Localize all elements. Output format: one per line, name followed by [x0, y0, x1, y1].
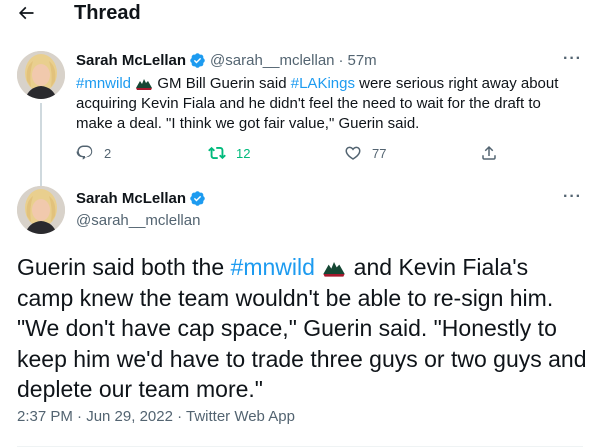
tweet-text: #mnwild GM Bill Guerin said #LAKings wer… — [76, 74, 576, 134]
tweet-actions: 2 12 77 — [76, 144, 526, 168]
retweet-icon — [208, 146, 226, 160]
page-title: Thread — [74, 2, 141, 24]
more-options-button[interactable]: ··· — [563, 188, 582, 206]
verified-badge-icon — [190, 191, 205, 206]
avatar[interactable] — [17, 186, 65, 234]
hashtag-link[interactable]: #mnwild — [231, 254, 315, 280]
wild-logo-icon — [323, 262, 345, 277]
more-options-button[interactable]: ··· — [563, 50, 582, 68]
avatar[interactable] — [17, 51, 65, 99]
tweet-timestamp[interactable]: 2:37 PM · Jun 29, 2022 · Twitter Web App — [17, 408, 295, 425]
tweet-focused: Sarah McLellan @sarah__mclellan ··· Guer… — [0, 182, 600, 448]
arrow-left-icon — [18, 6, 34, 20]
verified-badge-icon — [190, 53, 205, 68]
tweet-parent[interactable]: Sarah McLellan @sarah__mclellan · 57m ··… — [0, 40, 600, 213]
tweet-text-part: GM Bill Guerin said — [153, 75, 291, 92]
share-icon — [482, 145, 496, 160]
heart-icon — [345, 146, 361, 160]
like-count: 77 — [372, 145, 387, 161]
reply-icon — [76, 145, 93, 160]
reply-button[interactable]: 2 — [76, 144, 111, 162]
author-handle[interactable]: @sarah__mclellan — [210, 52, 334, 69]
retweet-count: 12 — [236, 145, 251, 161]
tweet-text-part: Guerin said both the — [17, 254, 231, 280]
wild-logo-icon — [136, 79, 153, 90]
thread-header: Thread — [0, 0, 600, 28]
reply-count: 2 — [104, 145, 112, 161]
hashtag-link[interactable]: #LAKings — [291, 75, 355, 92]
tweet-meta: Sarah McLellan — [76, 190, 206, 207]
meta-separator: · — [338, 52, 344, 69]
share-button[interactable] — [480, 144, 498, 162]
back-button[interactable] — [14, 2, 38, 24]
like-button[interactable]: 77 — [344, 144, 386, 162]
retweet-button[interactable]: 12 — [208, 144, 250, 162]
tweet-text: Guerin said both the #mnwild and Kevin F… — [17, 252, 587, 405]
author-name[interactable]: Sarah McLellan — [76, 190, 186, 207]
tweet-time[interactable]: 57m — [348, 52, 377, 69]
tweet-meta: Sarah McLellan @sarah__mclellan · 57m — [76, 52, 377, 69]
hashtag-link[interactable]: #mnwild — [76, 75, 131, 92]
author-handle[interactable]: @sarah__mclellan — [76, 212, 200, 229]
divider — [17, 446, 583, 447]
author-name[interactable]: Sarah McLellan — [76, 52, 186, 69]
